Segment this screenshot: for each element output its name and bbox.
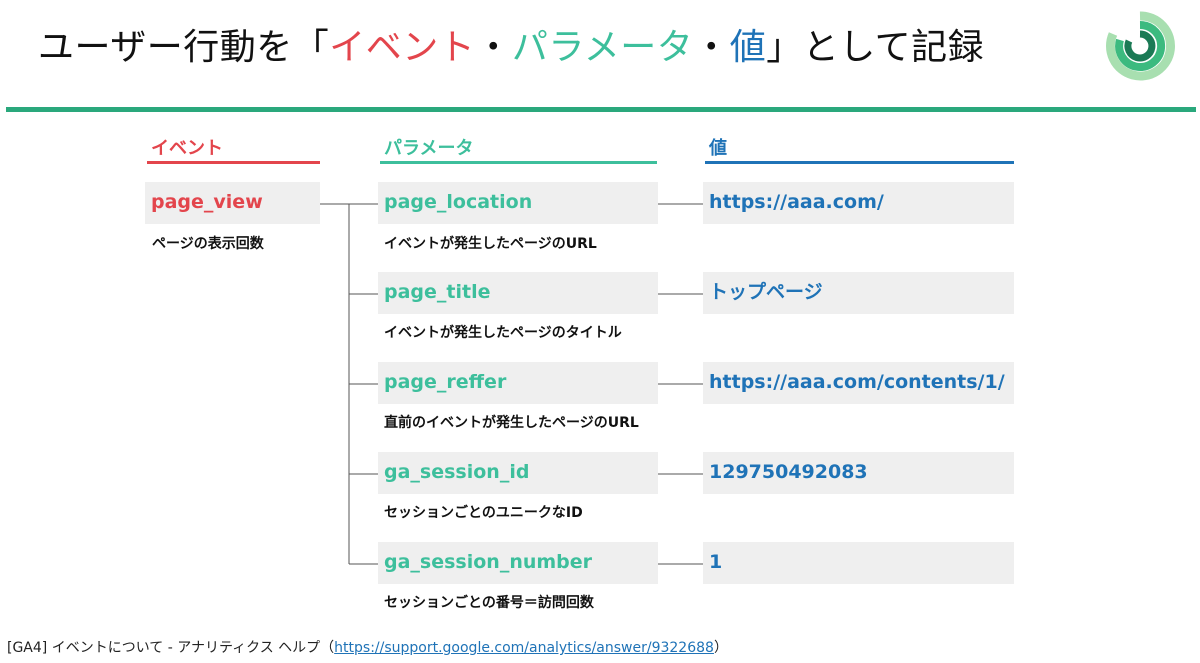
- slide-title: ユーザー行動を「イベント・パラメータ・値」として記録: [38, 20, 984, 76]
- title-value: 値: [729, 27, 767, 68]
- title-sep-2: ・: [693, 27, 730, 68]
- param-box-page-reffer: page_reffer: [378, 362, 658, 404]
- param-description-ga-session-number: セッションごとの番号＝訪問回数: [384, 595, 594, 611]
- source-footer: [GA4] イベントについて - アナリティクス ヘルプ（https://sup…: [7, 637, 728, 657]
- title-event: イベント: [329, 27, 476, 68]
- param-box-ga-session-id: ga_session_id: [378, 452, 658, 494]
- column-header-value-underline: [705, 161, 1014, 164]
- param-description-page-reffer: 直前のイベントが発生したページのURL: [384, 415, 639, 431]
- value-box-page-location: https://aaa.com/: [703, 182, 1014, 224]
- value-box-ga-session-number: 1: [703, 542, 1014, 584]
- param-description-page-location: イベントが発生したページのURL: [384, 236, 597, 252]
- footer-close: ）: [713, 640, 728, 656]
- title-suffix: 」として記録: [766, 27, 985, 68]
- param-description-page-title: イベントが発生したページのタイトル: [384, 325, 622, 341]
- column-header-event: イベント: [147, 136, 320, 164]
- param-box-page-title: page_title: [378, 272, 658, 314]
- value-box-page-title: トップページ: [703, 272, 1014, 314]
- footer-link[interactable]: https://support.google.com/analytics/ans…: [334, 640, 714, 656]
- column-header-parameter-underline: [380, 161, 657, 164]
- title-parameter: パラメータ: [511, 27, 694, 68]
- column-header-value: 値: [705, 136, 1014, 164]
- column-header-event-underline: [147, 161, 320, 164]
- title-sep-1: ・: [475, 27, 512, 68]
- event-description: ページの表示回数: [152, 236, 264, 252]
- title-prefix: ユーザー行動を「: [38, 27, 330, 68]
- column-header-parameter: パラメータ: [380, 136, 657, 164]
- title-divider: [6, 107, 1196, 112]
- param-box-ga-session-number: ga_session_number: [378, 542, 658, 584]
- column-header-event-label: イベント: [151, 138, 223, 159]
- footer-text: [GA4] イベントについて - アナリティクス ヘルプ（: [7, 640, 335, 656]
- column-header-value-label: 値: [709, 138, 727, 159]
- ring-logo-icon: [1106, 11, 1175, 81]
- value-box-page-reffer: https://aaa.com/contents/1/: [703, 362, 1014, 404]
- param-box-page-location: page_location: [378, 182, 658, 224]
- param-description-ga-session-id: セッションごとのユニークなID: [384, 505, 583, 521]
- value-box-ga-session-id: 129750492083: [703, 452, 1014, 494]
- event-name-box: page_view: [145, 182, 320, 224]
- column-header-parameter-label: パラメータ: [384, 138, 474, 159]
